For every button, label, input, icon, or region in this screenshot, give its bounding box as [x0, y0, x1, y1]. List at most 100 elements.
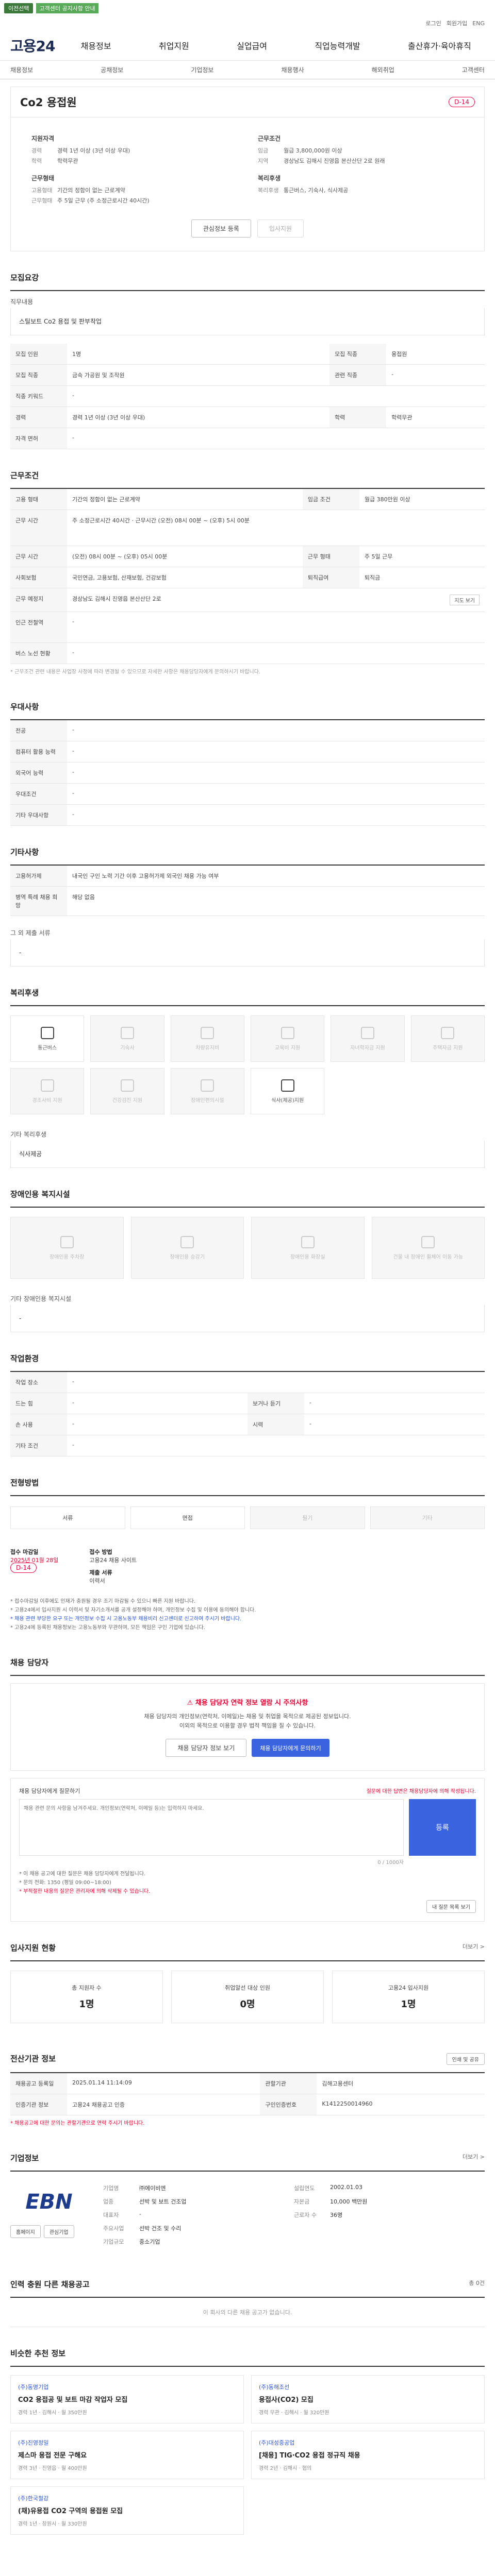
- section-title: 채용 담당자: [10, 1636, 485, 1676]
- section-disability: 장애인용 복지시설 장애인용 주차장 장애인용 승강기 장애인용 화장실 건물 …: [0, 1168, 495, 1332]
- table-row: 사회보험 국민연금, 고용보험, 산재보험, 건강보험 퇴직급여 퇴직금: [10, 567, 485, 588]
- contact-ask-button[interactable]: 채용 담당자에게 문의하기: [252, 1739, 329, 1757]
- section-title: 모집요강: [10, 251, 485, 291]
- sub-heading: 그 외 제출 서류: [10, 929, 51, 937]
- apply-notes: * 접수마감일 이후에도 인재가 충원될 경우 조기 마감될 수 있으니 빠른 …: [10, 1599, 256, 1631]
- welfare-label: 식사(제공)지원: [271, 1097, 304, 1104]
- welfare-item: 교육비 지원: [250, 1015, 325, 1062]
- question-submit-button[interactable]: 등록: [409, 1799, 476, 1856]
- company-more-link[interactable]: 더보기 >: [463, 2153, 485, 2163]
- gnb-item[interactable]: 직업능력개발: [315, 39, 360, 52]
- stat-card: 고용24 입사지원 1명: [332, 1971, 485, 2023]
- recommended-job-card[interactable]: (주)동명기업 CO2 용접공 및 보트 마감 작업자 모집 경력 1년 · 김해시…: [10, 2375, 244, 2424]
- welfare-label: 건강검진 지원: [112, 1097, 143, 1104]
- summary-key: 학력: [31, 158, 42, 164]
- homepage-button[interactable]: 홈페이지: [10, 2225, 41, 2238]
- table-row: 기타 조건 -: [10, 1435, 485, 1456]
- stats-more-link[interactable]: 더보기 >: [463, 1942, 485, 1953]
- summary-heading: 근무조건: [258, 135, 281, 142]
- recommended-job-card[interactable]: (주)대성중공업 [채용] TIG·CO2 용접 정규직 채용 경력 2년 · 김해…: [251, 2431, 485, 2479]
- section-title: 근무조건: [10, 449, 485, 489]
- process-step: 기타: [370, 1506, 485, 1529]
- welfare-item: 건강검진 지원: [90, 1068, 164, 1114]
- recommended-job-card[interactable]: (주)동해조선 용접사(CO2) 모집 경력 무관 · 김해시 · 월 320만원: [251, 2375, 485, 2424]
- global-nav: 고용24 채용정보 취업지원 실업급여 직업능력개발 출산휴가·육아휴직: [0, 30, 495, 61]
- apply-button[interactable]: 입사지원: [257, 219, 304, 238]
- table-row: 모집 인원 1명 모집 직종 용접원: [10, 344, 485, 365]
- etc-docs: -: [10, 939, 485, 967]
- welfare-icon: [201, 1079, 214, 1092]
- utility-links: 로그인 회원가입 ENG: [0, 16, 495, 30]
- subnav-item[interactable]: 기업정보: [191, 65, 213, 74]
- subnav-item[interactable]: 해외취업: [372, 65, 394, 74]
- gnb-item[interactable]: 실업급여: [237, 39, 267, 52]
- stat-card: 총 지원자 수 1명: [10, 1971, 163, 2023]
- section-other-jobs: 인력 충원 다른 채용공고 총 0건 이 회사의 다른 채용 공고가 없습니다.: [0, 2258, 495, 2327]
- wheelchair-icon: [421, 1235, 435, 1248]
- scrap-button[interactable]: 관심정보 등록: [191, 219, 251, 238]
- recommended-job-card[interactable]: (주)한국철강 (채)유용접 CO2 구역의 용접원 모집 경력 1년 · 창원시 …: [10, 2486, 244, 2535]
- org-table: 채용공고 등록일 2025.01.14 11:14:09 관할기관 김해고용센터 인증…: [10, 2073, 485, 2115]
- apply-info: 접수 마감일 2025년 01월 28일 D-14 접수 방법 고용24 채용 …: [10, 1539, 485, 1593]
- section-preference: 우대사항 전공 - 컴퓨터 활용 능력 - 외국어 능력 - 우대조건 - 기타 우대사…: [0, 681, 495, 826]
- welfare-item: 경조사비 지원: [10, 1068, 85, 1114]
- qa-hint: 질문에 대한 답변은 채용담당자에 의해 작성됩니다.: [366, 1789, 476, 1794]
- table-row: 버스 노선 현황 -: [10, 642, 485, 664]
- summary-heading: 근무형태: [31, 175, 55, 182]
- subnav-item[interactable]: 공채정보: [101, 65, 123, 74]
- question-list-button[interactable]: 내 질문 목록 보기: [426, 1900, 476, 1913]
- section-title: 기타사항: [10, 826, 485, 866]
- table-row: 인근 전철역 -: [10, 612, 485, 643]
- welfare-label: 경조사비 지원: [32, 1097, 62, 1104]
- qa-title: 채용 담당자에게 질문하기: [19, 1788, 80, 1794]
- apply-method: 고용24 채용 사이트: [89, 1557, 137, 1564]
- disability-facility: 장애인용 승강기: [130, 1217, 244, 1279]
- section-conditions: 근무조건 고용 형태 기간의 정함이 없는 근로계약 임금 조건 월급 380만원 이…: [0, 449, 495, 681]
- favorite-company-button[interactable]: 관심기업: [43, 2225, 74, 2238]
- table-row: 근무 시간 (오전) 08시 00분 ~ (오후) 05시 00분 근무 형태 주 5…: [10, 546, 485, 567]
- login-link[interactable]: 로그인: [425, 19, 441, 27]
- summary-value: 통근버스, 기숙사, 식사제공: [284, 187, 349, 194]
- top-notice[interactable]: 고객센터 공지사항 안내: [36, 3, 98, 13]
- map-button[interactable]: 지도 보기: [450, 595, 480, 605]
- contact-desc: 이외의 목적으로 이용할 경우 법적 책임을 질 수 있습니다.: [179, 1722, 316, 1729]
- company-logo: EBN: [25, 2190, 73, 2214]
- subnav-item[interactable]: 채용정보: [10, 65, 33, 74]
- summary-value: 학력무관: [57, 158, 78, 164]
- section-process: 전형방법 서류 면접 필기 기타 접수 마감일 2025년 01월 28일 D-…: [0, 1456, 495, 1636]
- print-share-button[interactable]: 인쇄 및 공유: [446, 2053, 485, 2065]
- lang-link[interactable]: ENG: [472, 20, 485, 27]
- subnav-item[interactable]: 고객센터: [462, 65, 485, 74]
- table-row: 외국어 능력 -: [10, 762, 485, 784]
- gnb-item[interactable]: 출산휴가·육아휴직: [408, 39, 471, 52]
- welfare-grid: 통근버스 기숙사 차량유지비 교육비 지원 자녀학자금 지원 주택자금 지원 경조사비 지원…: [10, 1006, 485, 1124]
- empty-message: 이 회사의 다른 채용 공고가 없습니다.: [10, 2298, 485, 2327]
- process-step: 서류: [10, 1506, 125, 1529]
- gnb-item[interactable]: 취업지원: [159, 39, 189, 52]
- top-badge[interactable]: 이전선택: [4, 3, 34, 13]
- welfare-label: 차량유지비: [195, 1045, 220, 1051]
- dday-badge: D-14: [10, 1563, 37, 1573]
- gnb-item[interactable]: 채용정보: [81, 39, 111, 52]
- question-input[interactable]: [19, 1799, 404, 1856]
- table-row: 근무 예정지 경상남도 김해시 진영읍 본산산단 2로 지도 보기: [10, 588, 485, 612]
- contact-view-button[interactable]: 채용 담당자 정보 보기: [166, 1739, 247, 1757]
- welfare-label: 장애인편의시설: [191, 1097, 224, 1104]
- site-logo[interactable]: 고용24: [10, 35, 55, 56]
- elevator-icon: [180, 1235, 194, 1248]
- section-recommend: 비슷한 추천 정보 (주)동명기업 CO2 용접공 및 보트 마감 작업자 모집 경…: [0, 2327, 495, 2550]
- recommended-job-card[interactable]: (주)진영정밀 제스마 용접 전문 구해요 경력 3년 · 진영읍 · 월 400만…: [10, 2431, 244, 2479]
- recruit-table: 모집 인원 1명 모집 직종 용접원 모집 직종 금속 가공원 및 조작원 관련 직종 - …: [10, 344, 485, 449]
- summary-value: 주 5일 근무 (주 소정근로시간 40시간): [57, 197, 150, 204]
- welfare-icon: [120, 1079, 134, 1092]
- disability-facility: 건물 내 장애인 휠체어 이동 가능: [371, 1217, 485, 1279]
- section-environment: 작업환경 작업 장소 - 드는 힘 - 보거나 듣기 - 손 사용 - 시력 - 기타 조건 -: [0, 1332, 495, 1456]
- subnav-item[interactable]: 채용행사: [281, 65, 304, 74]
- summary-key: 고용형태: [31, 187, 53, 194]
- other-count: 총 0건: [469, 2280, 485, 2286]
- section-contact: 채용 담당자 ⚠ 채용 담당자 연락 정보 열람 시 주의사항 채용 담당자의 …: [0, 1636, 495, 1922]
- disability-facility: 장애인용 주차장: [10, 1217, 124, 1279]
- summary-value: 경상남도 김해시 진영읍 본산산단 2로 원래: [284, 158, 385, 164]
- signup-link[interactable]: 회원가입: [447, 19, 467, 27]
- section-etc: 기타사항 고용허가제 내국인 구인 노력 기간 이후 고용허가제 외국인 채용 가…: [0, 826, 495, 967]
